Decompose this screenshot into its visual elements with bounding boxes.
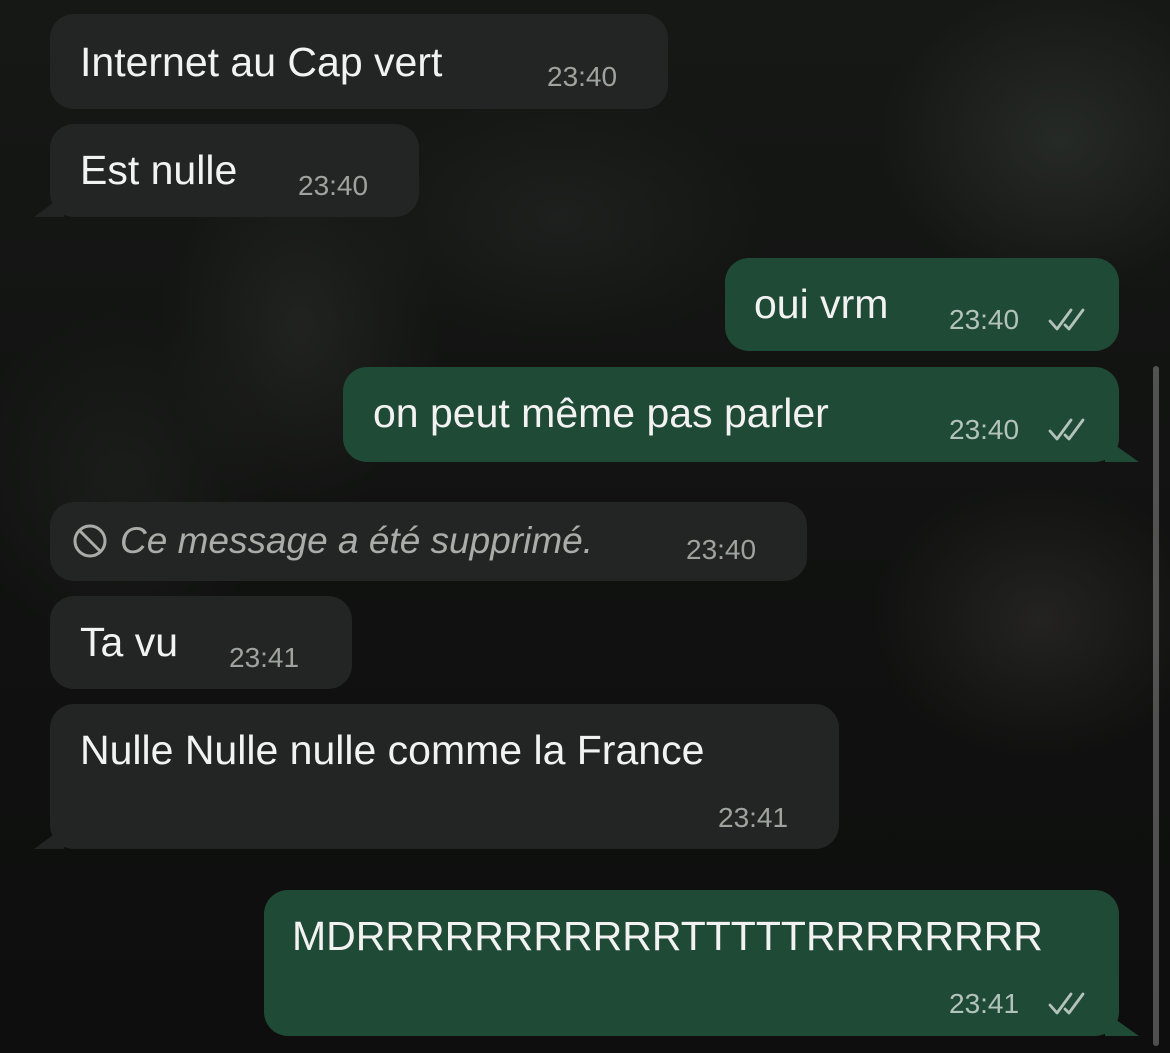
message-timestamp: 23:40: [298, 170, 369, 201]
message-text: on peut même pas parler: [373, 390, 829, 436]
bubble-tail: [34, 827, 64, 849]
message-bubble-outgoing[interactable]: MDRRRRRRRRRRRTTTTTRRRRRRRR 23:41: [264, 890, 1139, 1036]
ban-icon: [73, 524, 107, 558]
double-check-icon: [1048, 992, 1085, 1015]
message-timestamp: 23:40: [949, 304, 1020, 335]
message-bubble-incoming[interactable]: Ta vu 23:41: [50, 596, 352, 689]
bubble-tail: [1105, 438, 1139, 462]
message-text: Ta vu: [80, 619, 178, 665]
message-bubble-incoming[interactable]: Est nulle 23:40: [34, 124, 419, 217]
bubble-tail: [34, 195, 64, 217]
double-check-icon: [1048, 308, 1085, 331]
message-bubble-outgoing[interactable]: on peut même pas parler 23:40: [343, 367, 1139, 462]
scrollbar[interactable]: [1153, 366, 1159, 1046]
message-text: Internet au Cap vert: [80, 39, 443, 85]
message-text: Est nulle: [80, 147, 238, 193]
message-timestamp: 23:41: [949, 988, 1020, 1019]
message-timestamp: 23:40: [949, 414, 1020, 445]
deleted-message-text: Ce message a été supprimé.: [120, 520, 594, 561]
bubble-tail: [1105, 1012, 1139, 1036]
message-timestamp: 23:40: [547, 61, 618, 92]
message-bubble-incoming[interactable]: Nulle Nulle nulle comme la France 23:41: [34, 704, 839, 849]
message-timestamp: 23:40: [686, 534, 757, 565]
message-timestamp: 23:41: [718, 802, 789, 833]
double-check-icon: [1048, 418, 1085, 441]
deleted-message-bubble[interactable]: Ce message a été supprimé. 23:40: [50, 502, 807, 581]
message-timestamp: 23:41: [229, 642, 300, 673]
message-text: MDRRRRRRRRRRRTTTTTRRRRRRRR: [292, 913, 1043, 959]
message-text: Nulle Nulle nulle comme la France: [80, 727, 705, 773]
message-bubble-outgoing[interactable]: oui vrm 23:40: [725, 258, 1119, 351]
message-text: oui vrm: [754, 281, 889, 327]
chat-view[interactable]: Internet au Cap vert 23:40 Est nulle 23:…: [0, 0, 1170, 1053]
message-bubble-incoming[interactable]: Internet au Cap vert 23:40: [50, 14, 668, 109]
